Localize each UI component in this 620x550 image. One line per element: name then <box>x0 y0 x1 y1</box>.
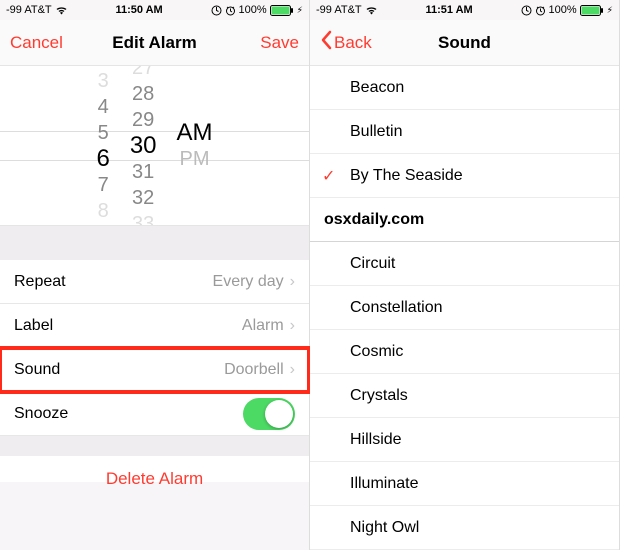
status-time: 11:50 AM <box>68 4 211 16</box>
alarm-icon <box>225 5 236 16</box>
sound-item-crystals[interactable]: Crystals <box>310 374 619 418</box>
label-row[interactable]: Label Alarm› <box>0 304 309 348</box>
save-button[interactable]: Save <box>260 33 299 53</box>
repeat-label: Repeat <box>14 273 66 291</box>
chevron-right-icon: › <box>290 361 295 379</box>
carrier-text: -99 AT&T <box>316 4 362 16</box>
status-bar: -99 AT&T 11:50 AM 100% ⚡︎ <box>0 0 309 20</box>
chevron-right-icon: › <box>290 273 295 291</box>
chevron-right-icon: › <box>290 317 295 335</box>
sound-item-illuminate[interactable]: Illuminate <box>310 462 619 506</box>
section-spacer <box>0 226 309 260</box>
page-title: Edit Alarm <box>70 33 239 53</box>
chevron-left-icon <box>320 30 332 55</box>
checkmark-icon: ✓ <box>322 166 335 186</box>
status-time: 11:51 AM <box>378 4 521 16</box>
sound-label: Sound <box>14 361 60 379</box>
charging-icon: ⚡︎ <box>607 5 613 16</box>
charging-icon: ⚡︎ <box>297 5 303 16</box>
navbar: Back Sound <box>310 20 619 66</box>
sound-item-constellation[interactable]: Constellation <box>310 286 619 330</box>
sound-screen: -99 AT&T 11:51 AM 100% ⚡︎ <box>310 0 620 550</box>
sound-item-beacon[interactable]: Beacon <box>310 66 619 110</box>
edit-alarm-screen: -99 AT&T 11:50 AM 100% ⚡︎ Cancel Edit Al… <box>0 0 310 550</box>
sound-list[interactable]: Beacon Bulletin ✓ By The Seaside osxdail… <box>310 66 619 550</box>
wifi-icon <box>55 5 68 15</box>
time-picker[interactable]: 3 4 5 6 7 8 27 28 29 30 31 32 33 AM PM <box>0 66 309 226</box>
label-label: Label <box>14 317 53 335</box>
navbar: Cancel Edit Alarm Save <box>0 20 309 66</box>
page-title: Sound <box>380 33 549 53</box>
sound-item-night-owl[interactable]: Night Owl <box>310 506 619 550</box>
rotation-lock-icon <box>211 5 222 16</box>
battery-percent: 100% <box>239 4 267 16</box>
sound-item-cosmic[interactable]: Cosmic <box>310 330 619 374</box>
sound-item-by-the-seaside[interactable]: ✓ By The Seaside <box>310 154 619 198</box>
snooze-label: Snooze <box>14 405 68 423</box>
sound-row[interactable]: Sound Doorbell› <box>0 348 309 392</box>
carrier-text: -99 AT&T <box>6 4 52 16</box>
alarm-icon <box>535 5 546 16</box>
hour-wheel[interactable]: 3 4 5 6 7 8 <box>96 68 109 224</box>
sound-item-hillside[interactable]: Hillside <box>310 418 619 462</box>
back-button[interactable]: Back <box>320 30 372 55</box>
wifi-icon <box>365 5 378 15</box>
snooze-row: Snooze <box>0 392 309 436</box>
ampm-wheel[interactable]: AM PM <box>177 120 213 172</box>
rotation-lock-icon <box>521 5 532 16</box>
alarm-settings-list: Repeat Every day› Label Alarm› Sound Doo… <box>0 260 309 436</box>
battery-icon <box>580 5 604 16</box>
repeat-row[interactable]: Repeat Every day› <box>0 260 309 304</box>
status-bar: -99 AT&T 11:51 AM 100% ⚡︎ <box>310 0 619 20</box>
delete-alarm-button[interactable]: Delete Alarm <box>0 436 309 482</box>
snooze-toggle[interactable] <box>243 398 295 430</box>
battery-percent: 100% <box>549 4 577 16</box>
watermark-text: osxdaily.com <box>310 198 619 242</box>
minute-wheel[interactable]: 27 28 29 30 31 32 33 <box>130 66 157 226</box>
sound-item-circuit[interactable]: Circuit <box>310 242 619 286</box>
cancel-button[interactable]: Cancel <box>10 33 63 53</box>
battery-icon <box>270 5 294 16</box>
sound-item-bulletin[interactable]: Bulletin <box>310 110 619 154</box>
